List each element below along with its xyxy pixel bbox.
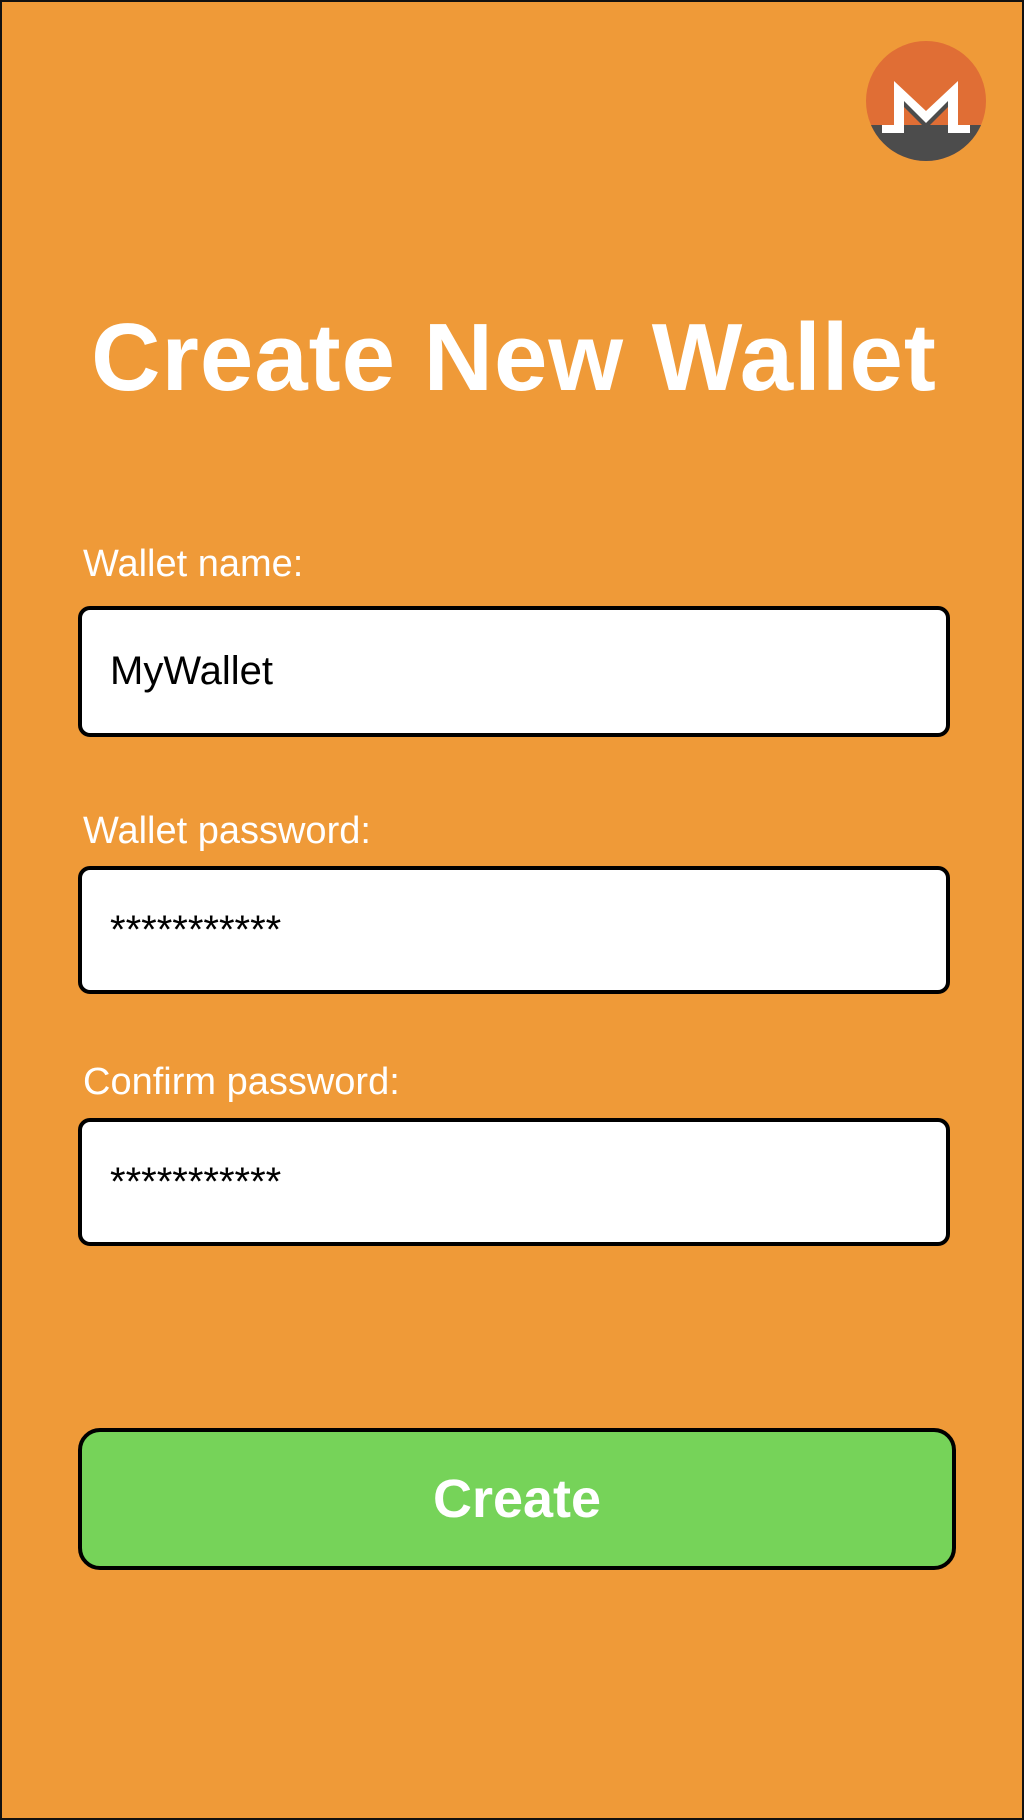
create-button[interactable]: Create (78, 1428, 956, 1570)
monero-logo-icon (866, 41, 986, 161)
confirm-password-input[interactable] (78, 1118, 950, 1246)
wallet-password-label: Wallet password: (83, 810, 371, 852)
wallet-password-input[interactable] (78, 866, 950, 994)
create-wallet-screen: Create New Wallet Wallet name: Wallet pa… (0, 0, 1024, 1820)
wallet-name-label: Wallet name: (83, 543, 304, 585)
page-title: Create New Wallet (91, 304, 937, 411)
wallet-name-input[interactable] (78, 606, 950, 737)
confirm-password-label: Confirm password: (83, 1061, 400, 1103)
monero-logo-graphic (866, 41, 986, 161)
